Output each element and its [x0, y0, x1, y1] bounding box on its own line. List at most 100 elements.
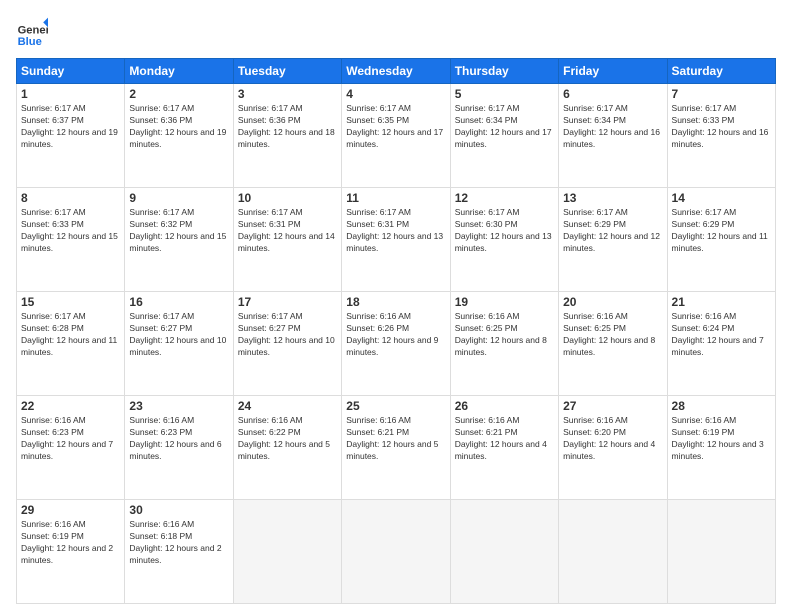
day-number: 21 [672, 295, 771, 309]
day-number: 9 [129, 191, 228, 205]
day-cell-9: 9 Sunrise: 6:17 AMSunset: 6:32 PMDaylight… [125, 188, 233, 292]
day-cell-28: 28 Sunrise: 6:16 AMSunset: 6:19 PMDayligh… [667, 396, 775, 500]
empty-cell [559, 500, 667, 604]
day-cell-22: 22 Sunrise: 6:16 AMSunset: 6:23 PMDayligh… [17, 396, 125, 500]
day-detail: Sunrise: 6:16 AMSunset: 6:24 PMDaylight:… [672, 311, 771, 359]
col-header-sunday: Sunday [17, 59, 125, 84]
day-detail: Sunrise: 6:17 AMSunset: 6:30 PMDaylight:… [455, 207, 554, 255]
logo: General Blue [16, 16, 48, 48]
logo-icon: General Blue [16, 16, 48, 48]
day-number: 5 [455, 87, 554, 101]
day-cell-12: 12 Sunrise: 6:17 AMSunset: 6:30 PMDayligh… [450, 188, 558, 292]
day-number: 2 [129, 87, 228, 101]
day-number: 24 [238, 399, 337, 413]
day-cell-1: 1Sunrise: 6:17 AMSunset: 6:37 PMDaylight… [17, 84, 125, 188]
day-cell-23: 23 Sunrise: 6:16 AMSunset: 6:23 PMDayligh… [125, 396, 233, 500]
day-cell-29: 29Sunrise: 6:16 AMSunset: 6:19 PMDayligh… [17, 500, 125, 604]
day-number: 4 [346, 87, 445, 101]
day-detail: Sunrise: 6:17 AMSunset: 6:29 PMDaylight:… [563, 207, 662, 255]
day-detail: Sunrise: 6:17 AMSunset: 6:36 PMDaylight:… [238, 103, 337, 151]
day-number: 19 [455, 295, 554, 309]
day-number: 10 [238, 191, 337, 205]
day-detail: Sunrise: 6:16 AMSunset: 6:23 PMDaylight:… [129, 415, 228, 463]
day-cell-17: 17 Sunrise: 6:17 AMSunset: 6:27 PMDayligh… [233, 292, 341, 396]
day-cell-30: 30Sunrise: 6:16 AMSunset: 6:18 PMDayligh… [125, 500, 233, 604]
svg-text:Blue: Blue [18, 36, 42, 48]
day-cell-4: 4 Sunrise: 6:17 AMSunset: 6:35 PMDaylight… [342, 84, 450, 188]
col-header-monday: Monday [125, 59, 233, 84]
week-row-3: 15 Sunrise: 6:17 AMSunset: 6:28 PMDayligh… [17, 292, 776, 396]
day-detail: Sunrise: 6:17 AMSunset: 6:28 PMDaylight:… [21, 311, 120, 359]
day-detail: Sunrise: 6:17 AMSunset: 6:27 PMDaylight:… [129, 311, 228, 359]
day-cell-24: 24 Sunrise: 6:16 AMSunset: 6:22 PMDayligh… [233, 396, 341, 500]
day-number: 6 [563, 87, 662, 101]
day-cell-16: 16 Sunrise: 6:17 AMSunset: 6:27 PMDayligh… [125, 292, 233, 396]
day-cell-3: 3 Sunrise: 6:17 AMSunset: 6:36 PMDaylight… [233, 84, 341, 188]
col-header-tuesday: Tuesday [233, 59, 341, 84]
day-cell-21: 21 Sunrise: 6:16 AMSunset: 6:24 PMDayligh… [667, 292, 775, 396]
day-number: 11 [346, 191, 445, 205]
day-number: 1 [21, 87, 120, 101]
day-detail: Sunrise: 6:16 AMSunset: 6:23 PMDaylight:… [21, 415, 120, 463]
week-row-1: 1Sunrise: 6:17 AMSunset: 6:37 PMDaylight… [17, 84, 776, 188]
calendar-table: SundayMondayTuesdayWednesdayThursdayFrid… [16, 58, 776, 604]
day-detail: Sunrise: 6:16 AMSunset: 6:25 PMDaylight:… [563, 311, 662, 359]
day-detail: Sunrise: 6:17 AMSunset: 6:36 PMDaylight:… [129, 103, 228, 151]
day-number: 14 [672, 191, 771, 205]
day-number: 15 [21, 295, 120, 309]
day-number: 22 [21, 399, 120, 413]
col-header-thursday: Thursday [450, 59, 558, 84]
col-header-wednesday: Wednesday [342, 59, 450, 84]
header: General Blue [16, 16, 776, 48]
empty-cell [450, 500, 558, 604]
day-cell-7: 7Sunrise: 6:17 AMSunset: 6:33 PMDaylight… [667, 84, 775, 188]
empty-cell [667, 500, 775, 604]
day-cell-25: 25Sunrise: 6:16 AMSunset: 6:21 PMDayligh… [342, 396, 450, 500]
day-number: 28 [672, 399, 771, 413]
day-number: 29 [21, 503, 120, 517]
day-detail: Sunrise: 6:17 AMSunset: 6:35 PMDaylight:… [346, 103, 445, 151]
empty-cell [342, 500, 450, 604]
day-cell-19: 19 Sunrise: 6:16 AMSunset: 6:25 PMDayligh… [450, 292, 558, 396]
day-detail: Sunrise: 6:17 AMSunset: 6:33 PMDaylight:… [672, 103, 771, 151]
day-detail: Sunrise: 6:17 AMSunset: 6:34 PMDaylight:… [455, 103, 554, 151]
day-detail: Sunrise: 6:16 AMSunset: 6:19 PMDaylight:… [672, 415, 771, 463]
page: General Blue SundayMondayTuesdayWednesda… [0, 0, 792, 612]
day-cell-2: 2 Sunrise: 6:17 AMSunset: 6:36 PMDaylight… [125, 84, 233, 188]
day-cell-15: 15 Sunrise: 6:17 AMSunset: 6:28 PMDayligh… [17, 292, 125, 396]
col-header-friday: Friday [559, 59, 667, 84]
day-number: 16 [129, 295, 228, 309]
day-detail: Sunrise: 6:16 AMSunset: 6:26 PMDaylight:… [346, 311, 445, 359]
day-detail: Sunrise: 6:16 AMSunset: 6:20 PMDaylight:… [563, 415, 662, 463]
day-detail: Sunrise: 6:16 AMSunset: 6:18 PMDaylight:… [129, 519, 228, 567]
day-cell-6: 6 Sunrise: 6:17 AMSunset: 6:34 PMDaylight… [559, 84, 667, 188]
day-detail: Sunrise: 6:17 AMSunset: 6:33 PMDaylight:… [21, 207, 120, 255]
day-cell-13: 13Sunrise: 6:17 AMSunset: 6:29 PMDayligh… [559, 188, 667, 292]
day-detail: Sunrise: 6:16 AMSunset: 6:21 PMDaylight:… [455, 415, 554, 463]
day-detail: Sunrise: 6:17 AMSunset: 6:31 PMDaylight:… [346, 207, 445, 255]
day-number: 23 [129, 399, 228, 413]
day-detail: Sunrise: 6:17 AMSunset: 6:32 PMDaylight:… [129, 207, 228, 255]
day-cell-18: 18Sunrise: 6:16 AMSunset: 6:26 PMDayligh… [342, 292, 450, 396]
day-cell-14: 14 Sunrise: 6:17 AMSunset: 6:29 PMDayligh… [667, 188, 775, 292]
day-detail: Sunrise: 6:16 AMSunset: 6:22 PMDaylight:… [238, 415, 337, 463]
day-number: 27 [563, 399, 662, 413]
svg-text:General: General [18, 25, 48, 37]
day-detail: Sunrise: 6:17 AMSunset: 6:34 PMDaylight:… [563, 103, 662, 151]
day-detail: Sunrise: 6:17 AMSunset: 6:29 PMDaylight:… [672, 207, 771, 255]
day-detail: Sunrise: 6:16 AMSunset: 6:25 PMDaylight:… [455, 311, 554, 359]
day-number: 12 [455, 191, 554, 205]
day-cell-11: 11 Sunrise: 6:17 AMSunset: 6:31 PMDayligh… [342, 188, 450, 292]
day-number: 26 [455, 399, 554, 413]
week-row-4: 22 Sunrise: 6:16 AMSunset: 6:23 PMDayligh… [17, 396, 776, 500]
empty-cell [233, 500, 341, 604]
day-detail: Sunrise: 6:17 AMSunset: 6:31 PMDaylight:… [238, 207, 337, 255]
day-cell-20: 20Sunrise: 6:16 AMSunset: 6:25 PMDayligh… [559, 292, 667, 396]
day-cell-8: 8 Sunrise: 6:17 AMSunset: 6:33 PMDaylight… [17, 188, 125, 292]
day-number: 3 [238, 87, 337, 101]
day-detail: Sunrise: 6:17 AMSunset: 6:27 PMDaylight:… [238, 311, 337, 359]
week-row-5: 29Sunrise: 6:16 AMSunset: 6:19 PMDayligh… [17, 500, 776, 604]
day-number: 8 [21, 191, 120, 205]
day-detail: Sunrise: 6:16 AMSunset: 6:21 PMDaylight:… [346, 415, 445, 463]
day-number: 17 [238, 295, 337, 309]
